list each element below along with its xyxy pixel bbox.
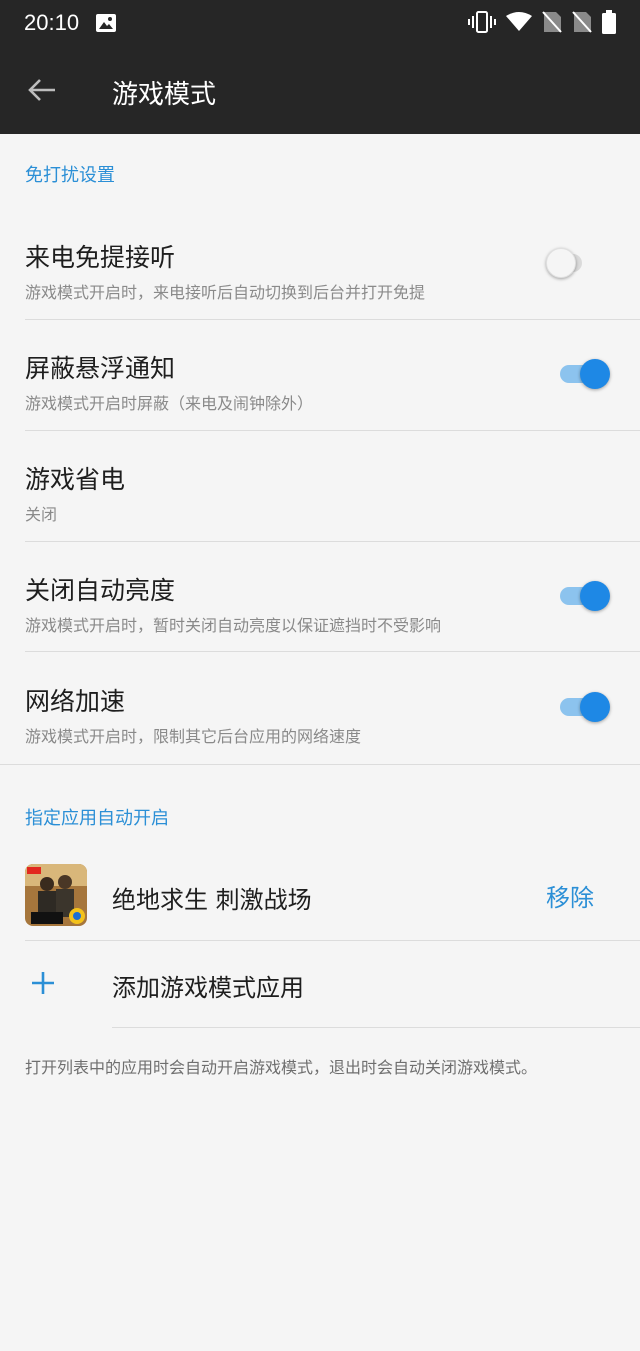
battery-icon bbox=[602, 10, 616, 38]
setting-row-power-saving[interactable]: 游戏省电 关闭 bbox=[0, 454, 640, 564]
plus-icon bbox=[30, 970, 56, 996]
vibrate-icon bbox=[468, 11, 496, 37]
app-list-item: 绝地求生 刺激战场 移除 bbox=[0, 858, 640, 938]
arrow-left-icon bbox=[27, 78, 57, 106]
add-game-app-button[interactable]: 添加游戏模式应用 bbox=[0, 942, 640, 1026]
status-time: 20:10 bbox=[24, 10, 80, 35]
footer-note: 打开列表中的应用时会自动开启游戏模式，退出时会自动关闭游戏模式。 bbox=[25, 1058, 538, 1077]
status-bar: 20:10 bbox=[0, 0, 640, 48]
setting-row-auto-brightness[interactable]: 关闭自动亮度 游戏模式开启时，暂时关闭自动亮度以保证遮挡时不受影响 bbox=[0, 565, 640, 675]
handsfree-toggle[interactable] bbox=[546, 246, 598, 280]
divider bbox=[25, 430, 640, 431]
no-sim-icon bbox=[542, 11, 562, 37]
wifi-icon bbox=[506, 12, 532, 36]
pubg-app-icon bbox=[25, 864, 87, 926]
add-app-label: 添加游戏模式应用 bbox=[112, 974, 304, 1002]
setting-title: 屏蔽悬浮通知 bbox=[25, 354, 176, 383]
setting-subtitle: 游戏模式开启时，限制其它后台应用的网络速度 bbox=[25, 727, 362, 746]
auto-brightness-toggle[interactable] bbox=[560, 579, 612, 613]
setting-subtitle: 游戏模式开启时屏蔽（来电及闹钟除外） bbox=[25, 394, 314, 413]
toggle-thumb bbox=[580, 581, 610, 611]
divider bbox=[25, 541, 640, 542]
divider bbox=[112, 1027, 640, 1028]
app-bar: 游戏模式 bbox=[0, 48, 640, 134]
setting-row-network-boost[interactable]: 网络加速 游戏模式开启时，限制其它后台应用的网络速度 bbox=[0, 676, 640, 786]
setting-title: 游戏省电 bbox=[25, 465, 126, 494]
toggle-thumb bbox=[580, 692, 610, 722]
setting-row-handsfree[interactable]: 来电免提接听 游戏模式开启时，来电接听后自动切换到后台并打开免提 bbox=[0, 232, 640, 342]
remove-app-button[interactable]: 移除 bbox=[546, 878, 594, 913]
section-header-dnd: 免打扰设置 bbox=[25, 165, 115, 186]
divider bbox=[25, 940, 640, 941]
divider bbox=[25, 651, 640, 652]
setting-title: 网络加速 bbox=[25, 687, 126, 716]
setting-subtitle: 游戏模式开启时，暂时关闭自动亮度以保证遮挡时不受影响 bbox=[25, 616, 442, 635]
no-sim-icon bbox=[572, 11, 592, 37]
page-title: 游戏模式 bbox=[112, 80, 217, 110]
setting-subtitle: 关闭 bbox=[25, 505, 58, 524]
status-icons bbox=[468, 10, 616, 38]
toggle-thumb bbox=[546, 248, 576, 278]
divider bbox=[25, 319, 640, 320]
setting-row-block-notifications[interactable]: 屏蔽悬浮通知 游戏模式开启时屏蔽（来电及闹钟除外） bbox=[0, 343, 640, 453]
section-header-apps: 指定应用自动开启 bbox=[25, 808, 169, 829]
app-name: 绝地求生 刺激战场 bbox=[112, 886, 312, 914]
back-button[interactable] bbox=[24, 74, 60, 110]
section-divider bbox=[0, 764, 640, 765]
setting-subtitle: 游戏模式开启时，来电接听后自动切换到后台并打开免提 bbox=[25, 283, 426, 302]
image-icon bbox=[96, 14, 116, 36]
block-notifications-toggle[interactable] bbox=[560, 357, 612, 391]
setting-title: 来电免提接听 bbox=[25, 243, 176, 272]
toggle-thumb bbox=[580, 359, 610, 389]
network-boost-toggle[interactable] bbox=[560, 690, 612, 724]
setting-title: 关闭自动亮度 bbox=[25, 576, 176, 605]
